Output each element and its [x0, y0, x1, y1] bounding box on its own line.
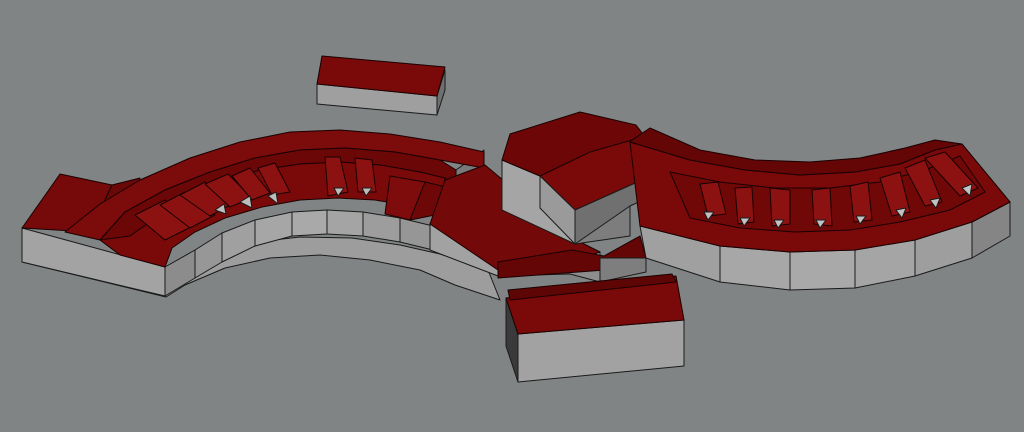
building-block-bottom[interactable] [505, 273, 685, 383]
3d-viewport[interactable] [0, 0, 1024, 432]
building-right-arc[interactable] [629, 127, 1011, 291]
building-block-top[interactable] [316, 55, 446, 116]
scene-canvas[interactable] [0, 0, 1024, 432]
building-left-arc[interactable] [21, 129, 501, 301]
